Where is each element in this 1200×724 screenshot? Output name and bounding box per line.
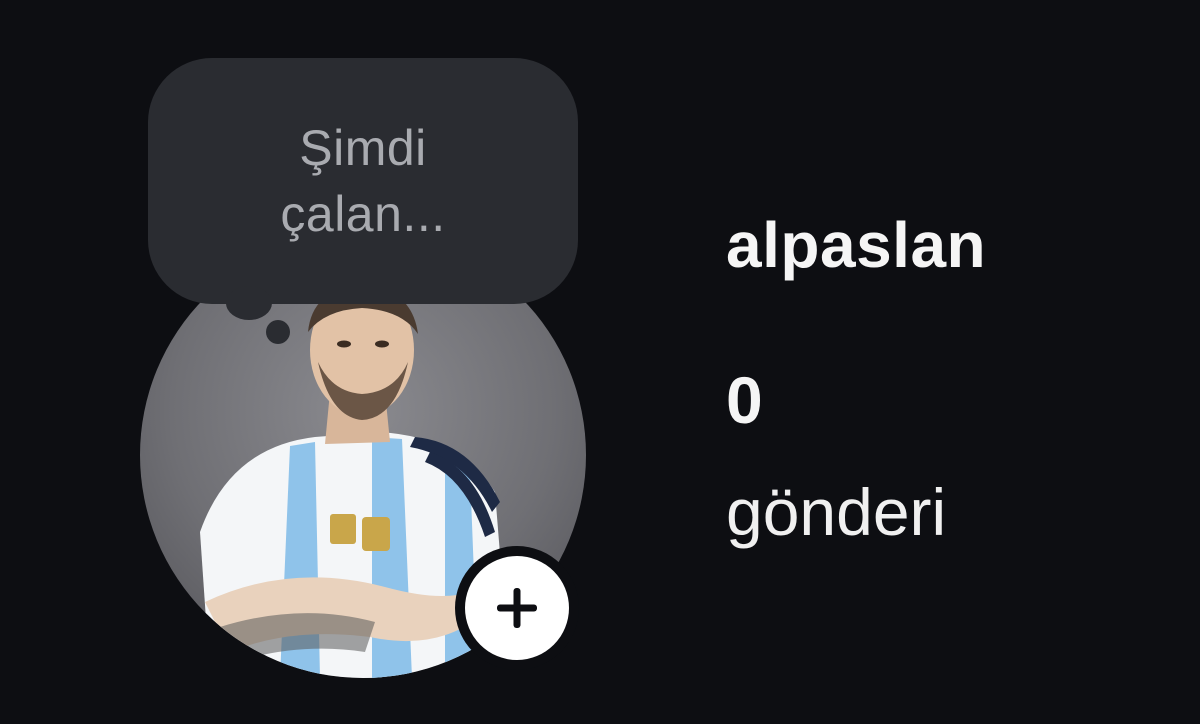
note-text: Şimdi çalan...: [280, 120, 446, 242]
username: alpaslan: [726, 209, 987, 281]
profile-header: Şimdi çalan... alpaslan 0 gönderi: [0, 0, 1200, 724]
posts-label[interactable]: gönderi: [726, 474, 946, 550]
note-bubble-tail-large: [226, 286, 272, 320]
plus-icon: [497, 588, 537, 628]
add-story-button[interactable]: [455, 546, 579, 670]
posts-count[interactable]: 0: [726, 362, 763, 438]
note-bubble[interactable]: Şimdi çalan...: [148, 58, 578, 304]
add-button-circle: [465, 556, 569, 660]
note-bubble-tail-small: [266, 320, 290, 344]
